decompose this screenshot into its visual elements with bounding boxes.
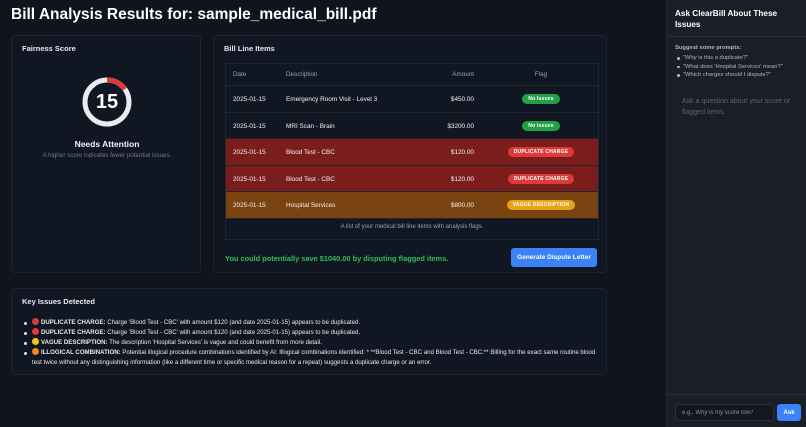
table-row: 2025-01-15 Blood Test - CBC $120.00 DUPLICA… — [226, 165, 598, 192]
flag-badge: VAGUE DESCRIPTION — [506, 200, 576, 210]
red-circle-icon — [32, 328, 39, 335]
table-caption: A list of your medical bill line items w… — [340, 224, 484, 230]
fairness-score-title: Fairness Score — [22, 44, 76, 53]
cell-flag: VAGUE DESCRIPTION — [502, 200, 580, 210]
page-title: Bill Analysis Results for: sample_medica… — [11, 6, 377, 23]
table-row: 2025-01-15 Hospital Services $800.00 VAGUE … — [226, 192, 598, 219]
chat-input[interactable] — [675, 404, 774, 421]
generate-dispute-letter-button[interactable]: Generate Dispute Letter — [511, 248, 597, 267]
cell-amount: $120.00 — [450, 149, 474, 156]
sidebar-divider — [667, 36, 806, 37]
column-header-amount: Amount — [452, 71, 474, 78]
savings-message: You could potentially save $1040.00 by d… — [225, 254, 449, 263]
suggested-prompt[interactable]: "Why is this a duplicate?" — [675, 54, 803, 63]
issue-item: ILLOGICAL COMBINATION: Potential illogic… — [24, 348, 602, 368]
flag-badge: No Issues — [522, 120, 560, 131]
cell-flag: DUPLICATE CHARGE — [502, 173, 580, 184]
fairness-score-card: Fairness Score 15 Needs Attention A high… — [11, 35, 201, 273]
issue-text: Charge 'Blood Test - CBC' with amount $1… — [105, 329, 361, 336]
key-issues-title: Key Issues Detected — [22, 297, 95, 306]
main-content: Bill Analysis Results for: sample_medica… — [0, 0, 666, 427]
cell-date: 2025-01-15 — [233, 149, 266, 156]
cell-date: 2025-01-15 — [233, 122, 266, 130]
flag-badge: DUPLICATE CHARGE — [507, 147, 575, 157]
flag-badge: No Issues — [522, 94, 560, 104]
column-header-flag: Flag — [534, 71, 548, 78]
issue-item: DUPLICATE CHARGE: Charge 'Blood Test - C… — [24, 328, 602, 338]
cell-flag: No Issues — [502, 120, 580, 131]
fairness-description: A higher score indicates fewer potential… — [42, 152, 172, 159]
issue-label: DUPLICATE CHARGE: — [41, 329, 106, 336]
red-circle-icon — [32, 318, 39, 325]
line-items-card: Bill Line Items Date Description Amount … — [213, 35, 607, 273]
orange-circle-icon — [32, 348, 39, 355]
cell-description: Emergency Room Visit - Level 3 — [286, 96, 378, 103]
issue-label: DUPLICATE CHARGE: — [41, 319, 106, 326]
cell-date: 2025-01-15 — [233, 175, 266, 183]
table-row: 2025-01-15 Blood Test - CBC $120.00 DUPLICA… — [226, 139, 598, 166]
cell-description: MRI Scan - Brain — [286, 122, 335, 130]
table-row: 2025-01-15 Emergency Room Visit - Level 3… — [226, 86, 598, 113]
cell-description: Blood Test - CBC — [286, 175, 335, 183]
chat-empty-state: Ask a question about your score or flagg… — [682, 98, 791, 116]
column-header-date: Date — [233, 71, 247, 78]
cell-description: Blood Test - CBC — [286, 149, 335, 156]
cell-amount: $3200.00 — [447, 122, 474, 130]
key-issues-card: Key Issues Detected DUPLICATE CHARGE: Ch… — [11, 288, 607, 375]
fairness-status: Needs Attention — [74, 139, 140, 149]
suggested-prompt[interactable]: "Which charges should I dispute?" — [675, 71, 803, 80]
issue-text: The description 'Hospital Services' is v… — [107, 339, 322, 346]
table-row: 2025-01-15 MRI Scan - Brain $3200.00 No Iss… — [226, 112, 598, 139]
sidebar-input-divider — [667, 394, 806, 395]
cell-amount: $450.00 — [450, 96, 474, 103]
cell-flag: DUPLICATE CHARGE — [502, 147, 580, 157]
cell-flag: No Issues — [502, 94, 580, 104]
issue-text: Charge 'Blood Test - CBC' with amount $1… — [105, 319, 361, 326]
issue-item: DUPLICATE CHARGE: Charge 'Blood Test - C… — [24, 318, 602, 328]
cell-date: 2025-01-15 — [233, 96, 266, 103]
issues-list: DUPLICATE CHARGE: Charge 'Blood Test - C… — [24, 318, 602, 368]
line-items-table: Date Description Amount Flag 2025-01-15 E… — [225, 63, 599, 240]
issue-label: ILLOGICAL COMBINATION: — [41, 349, 121, 356]
fairness-score-value: 15 — [95, 91, 119, 113]
suggest-prompts-label: Suggest some prompts: — [675, 45, 742, 51]
suggested-prompts-list: "Why is this a duplicate?" "What does 'Ho… — [675, 54, 803, 80]
cell-amount: $120.00 — [450, 175, 474, 183]
line-items-title: Bill Line Items — [224, 44, 275, 53]
cell-description: Hospital Services — [286, 202, 336, 209]
suggested-prompt[interactable]: "What does 'Hospital Services' mean?" — [675, 63, 803, 72]
cell-amount: $800.00 — [450, 202, 474, 209]
ask-button[interactable]: Ask — [777, 404, 801, 421]
chat-sidebar: Ask ClearBill About These Issues Suggest… — [666, 0, 806, 427]
cell-date: 2025-01-15 — [233, 202, 266, 209]
issue-item: VAGUE DESCRIPTION: The description 'Hosp… — [24, 338, 602, 348]
yellow-circle-icon — [32, 338, 39, 345]
sidebar-title: Ask ClearBill About These Issues — [675, 9, 778, 29]
issue-label: VAGUE DESCRIPTION: — [41, 339, 108, 346]
table-header: Date Description Amount Flag — [226, 64, 598, 86]
column-header-description: Description — [286, 71, 318, 78]
flag-badge: DUPLICATE CHARGE — [507, 173, 575, 184]
